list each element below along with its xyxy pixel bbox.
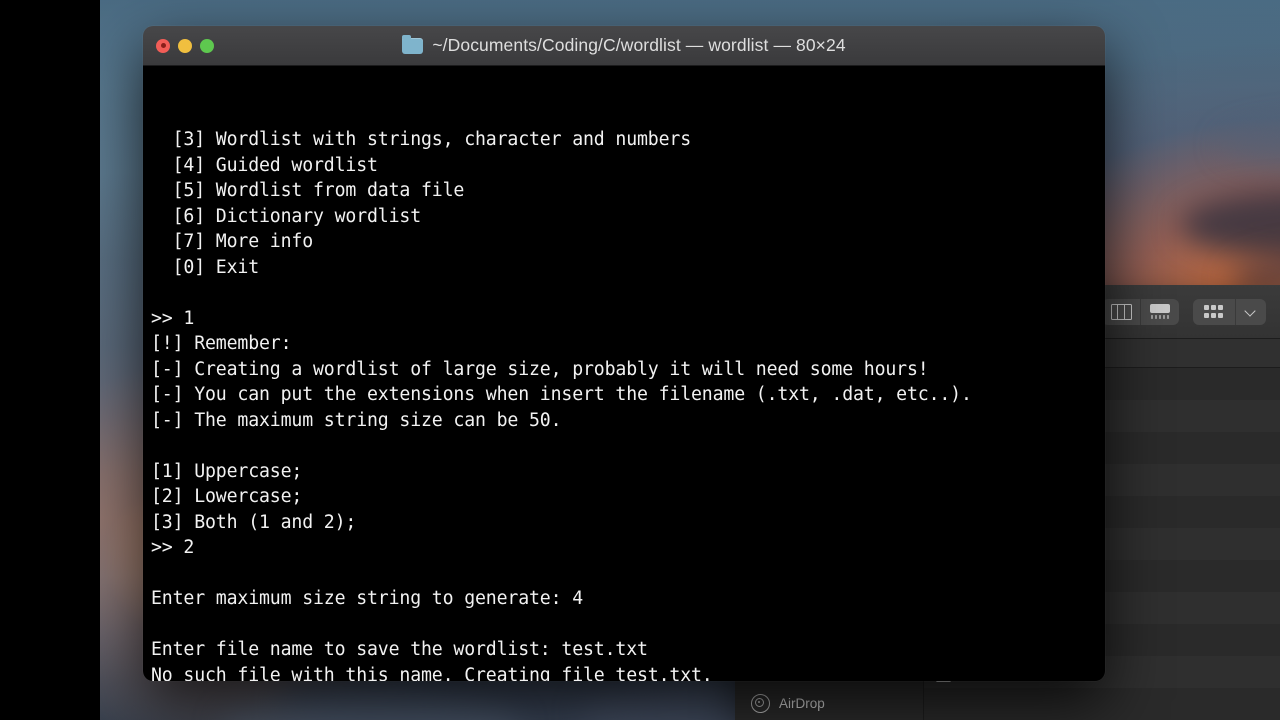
terminal-line: [-] Creating a wordlist of large size, p… bbox=[151, 358, 929, 380]
terminal-line: [!] Remember: bbox=[151, 333, 292, 354]
terminal-line: Enter file name to save the wordlist: te… bbox=[151, 639, 648, 660]
group-by-icon[interactable] bbox=[1193, 298, 1236, 325]
terminal-title-area: ~/Documents/Coding/C/wordlist — wordlist… bbox=[143, 34, 1105, 56]
folder-icon bbox=[402, 34, 424, 54]
terminal-line: [7] More info bbox=[151, 231, 314, 252]
terminal-line: [3] Wordlist with strings, character and… bbox=[151, 129, 692, 150]
wallpaper-cloud bbox=[1180, 190, 1280, 260]
terminal-titlebar[interactable]: ~/Documents/Coding/C/wordlist — wordlist… bbox=[143, 26, 1105, 66]
terminal-line: [6] Dictionary wordlist bbox=[151, 205, 422, 227]
minimize-button[interactable] bbox=[178, 38, 192, 53]
terminal-line: [1] Uppercase; bbox=[151, 460, 303, 482]
terminal-lines: [3] Wordlist with strings, character and… bbox=[151, 127, 1105, 681]
terminal-window[interactable]: ~/Documents/Coding/C/wordlist — wordlist… bbox=[143, 26, 1105, 681]
terminal-line: [5] Wordlist from data file bbox=[151, 180, 465, 201]
airdrop-icon bbox=[751, 693, 770, 713]
terminal-line: [0] Exit bbox=[151, 256, 260, 278]
column-view-icon[interactable] bbox=[1102, 298, 1141, 325]
sidebar-item-label: AirDrop bbox=[779, 695, 825, 711]
terminal-line: Enter maximum size string to generate: 4 bbox=[151, 588, 583, 609]
window-controls bbox=[143, 38, 214, 53]
terminal-line: [2] Lowercase; bbox=[151, 486, 303, 507]
terminal-line: [-] You can put the extensions when inse… bbox=[151, 384, 972, 405]
terminal-output[interactable]: [3] Wordlist with strings, character and… bbox=[143, 66, 1105, 681]
terminal-line: No such file with this name. Creating fi… bbox=[151, 664, 713, 682]
finder-view-mode-group[interactable] bbox=[1102, 298, 1179, 325]
wallpaper-cloud bbox=[1220, 120, 1280, 170]
chevron-down-icon[interactable] bbox=[1236, 299, 1266, 325]
terminal-line: >> 1 bbox=[151, 307, 195, 329]
terminal-line: [4] Guided wordlist bbox=[151, 154, 378, 176]
sidebar-item-airdrop[interactable]: AirDrop bbox=[735, 688, 923, 718]
terminal-title-text: ~/Documents/Coding/C/wordlist — wordlist… bbox=[432, 35, 846, 55]
terminal-line: [3] Both (1 and 2); bbox=[151, 511, 357, 533]
finder-group-by-group[interactable] bbox=[1193, 298, 1266, 325]
desktop-screen: AirDrop in.cre.cre.hrdlist.crdlist.hADME… bbox=[0, 0, 1280, 720]
terminal-line: >> 2 bbox=[151, 537, 195, 558]
wallpaper-cloud bbox=[220, 690, 520, 720]
letterbox-bar bbox=[0, 0, 100, 720]
zoom-button[interactable] bbox=[200, 38, 214, 53]
gallery-view-icon[interactable] bbox=[1141, 299, 1179, 325]
close-button[interactable] bbox=[156, 38, 170, 53]
terminal-line: [-] The maximum string size can be 50. bbox=[151, 409, 562, 431]
